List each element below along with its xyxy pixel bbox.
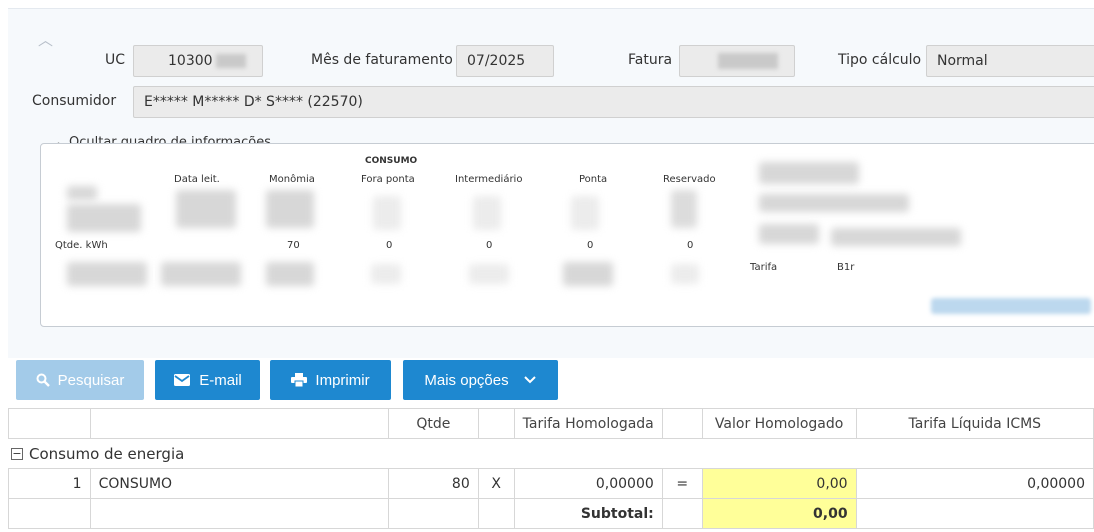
redacted-block — [161, 262, 241, 286]
empty-cell — [388, 498, 479, 529]
redacted-block — [67, 186, 97, 200]
group-row[interactable]: − Consumo de energia — [8, 438, 1094, 469]
qtde-ponta: 0 — [587, 240, 594, 251]
redacted-block — [176, 190, 236, 228]
row-number: 1 — [8, 468, 91, 499]
envelope-icon — [174, 374, 191, 386]
redacted-block — [671, 190, 697, 228]
uc-label: UC — [105, 52, 126, 68]
empty-cell — [855, 498, 1094, 529]
tarifa-value: B1r — [837, 262, 855, 273]
mais-opcoes-button[interactable]: Mais opções — [403, 360, 558, 400]
redacted-block — [473, 196, 501, 230]
qtde-kwh-label: Qtde. kWh — [55, 240, 108, 251]
empty-cell — [477, 498, 515, 529]
consumidor-label: Consumidor — [32, 93, 117, 109]
mais-opcoes-label: Mais opções — [424, 371, 509, 389]
redacted-block — [373, 196, 401, 230]
imprimir-label: Imprimir — [315, 371, 370, 389]
col-monomia: Monômia — [269, 174, 315, 185]
redacted-block — [371, 264, 401, 284]
col-ponta: Ponta — [579, 174, 608, 185]
qtde-reservado: 0 — [687, 240, 694, 251]
pesquisar-button[interactable]: Pesquisar — [16, 360, 144, 400]
header-tarifa-liquida-icms[interactable]: Tarifa Líquida ICMS — [855, 408, 1094, 439]
row-tarifa-liquida[interactable]: 0,00000 — [855, 468, 1094, 499]
row-description: CONSUMO — [89, 468, 390, 499]
email-label: E-mail — [199, 371, 242, 389]
qtde-fora-ponta: 0 — [386, 240, 393, 251]
redacted-block — [671, 264, 699, 284]
empty-cell — [661, 498, 703, 529]
redacted-block — [759, 194, 909, 212]
col-fora-ponta: Fora ponta — [361, 174, 415, 185]
table-row[interactable]: 1 CONSUMO 80 X 0,00000 = 0,00 0,00000 — [8, 468, 1094, 499]
subtotal-row: Subtotal: 0,00 — [8, 498, 1094, 529]
tipo-calculo-field[interactable]: Normal — [926, 45, 1094, 77]
row-valor[interactable]: 0,00 — [701, 468, 857, 499]
redacted-block — [215, 54, 246, 68]
group-label: Consumo de energia — [29, 444, 185, 463]
redacted-block — [67, 204, 141, 232]
redacted-block — [67, 262, 147, 286]
fatura-field[interactable] — [679, 45, 795, 77]
qtde-intermediario: 0 — [486, 240, 493, 251]
qtde-monomia: 70 — [287, 240, 300, 251]
header-cell — [477, 408, 515, 439]
col-data-leit: Data leit. — [174, 174, 220, 185]
search-icon — [36, 373, 50, 387]
redacted-block — [759, 162, 859, 184]
col-reservado: Reservado — [663, 174, 716, 185]
mes-faturamento-field[interactable]: 07/2025 — [456, 45, 554, 77]
empty-cell — [89, 498, 390, 529]
redacted-block — [718, 53, 778, 69]
imprimir-button[interactable]: Imprimir — [270, 360, 391, 400]
uc-field[interactable]: 10300 — [133, 45, 263, 77]
consumo-group-header: CONSUMO — [365, 156, 418, 166]
header-tarifa-homologada[interactable]: Tarifa Homologada — [513, 408, 663, 439]
tarifa-label: Tarifa — [750, 262, 778, 273]
redacted-block — [931, 298, 1091, 314]
redacted-block — [831, 228, 961, 246]
redacted-block — [469, 264, 509, 284]
collapse-panel-icon[interactable]: ︿ — [38, 29, 53, 50]
redacted-block — [266, 190, 314, 228]
chevron-down-icon — [523, 376, 536, 384]
redacted-block — [571, 196, 599, 230]
billing-table: Qtde Tarifa Homologada Valor Homologado … — [8, 408, 1094, 529]
uc-value: 10300 — [168, 53, 213, 69]
header-qtde[interactable]: Qtde — [388, 408, 479, 439]
table-header-row: Qtde Tarifa Homologada Valor Homologado … — [8, 408, 1094, 439]
redacted-block — [759, 224, 819, 244]
subtotal-value: 0,00 — [701, 498, 857, 529]
redacted-block — [266, 262, 314, 286]
printer-icon — [291, 373, 308, 387]
consumidor-field[interactable]: E***** M***** D* S**** (22570) — [133, 86, 1094, 118]
fatura-label: Fatura — [628, 52, 673, 68]
empty-cell — [8, 498, 91, 529]
mes-faturamento-label: Mês de faturamento — [311, 52, 453, 68]
row-multiply: X — [477, 468, 515, 499]
pesquisar-label: Pesquisar — [57, 371, 125, 389]
row-tarifa[interactable]: 0,00000 — [513, 468, 663, 499]
subtotal-label: Subtotal: — [513, 498, 663, 529]
header-cell — [8, 408, 91, 439]
header-valor-homologado[interactable]: Valor Homologado — [701, 408, 857, 439]
redacted-block — [563, 262, 613, 286]
tipo-calculo-label: Tipo cálculo — [838, 52, 922, 68]
email-button[interactable]: E-mail — [155, 360, 260, 400]
collapse-group-icon[interactable]: − — [11, 448, 23, 460]
header-cell — [661, 408, 703, 439]
info-board: CONSUMO Data leit. Monômia Fora ponta In… — [40, 143, 1094, 327]
col-intermediario: Intermediário — [455, 174, 523, 185]
group-cell[interactable]: − Consumo de energia — [8, 438, 1094, 469]
header-cell — [89, 408, 390, 439]
row-qtde[interactable]: 80 — [388, 468, 479, 499]
row-equals: = — [661, 468, 703, 499]
